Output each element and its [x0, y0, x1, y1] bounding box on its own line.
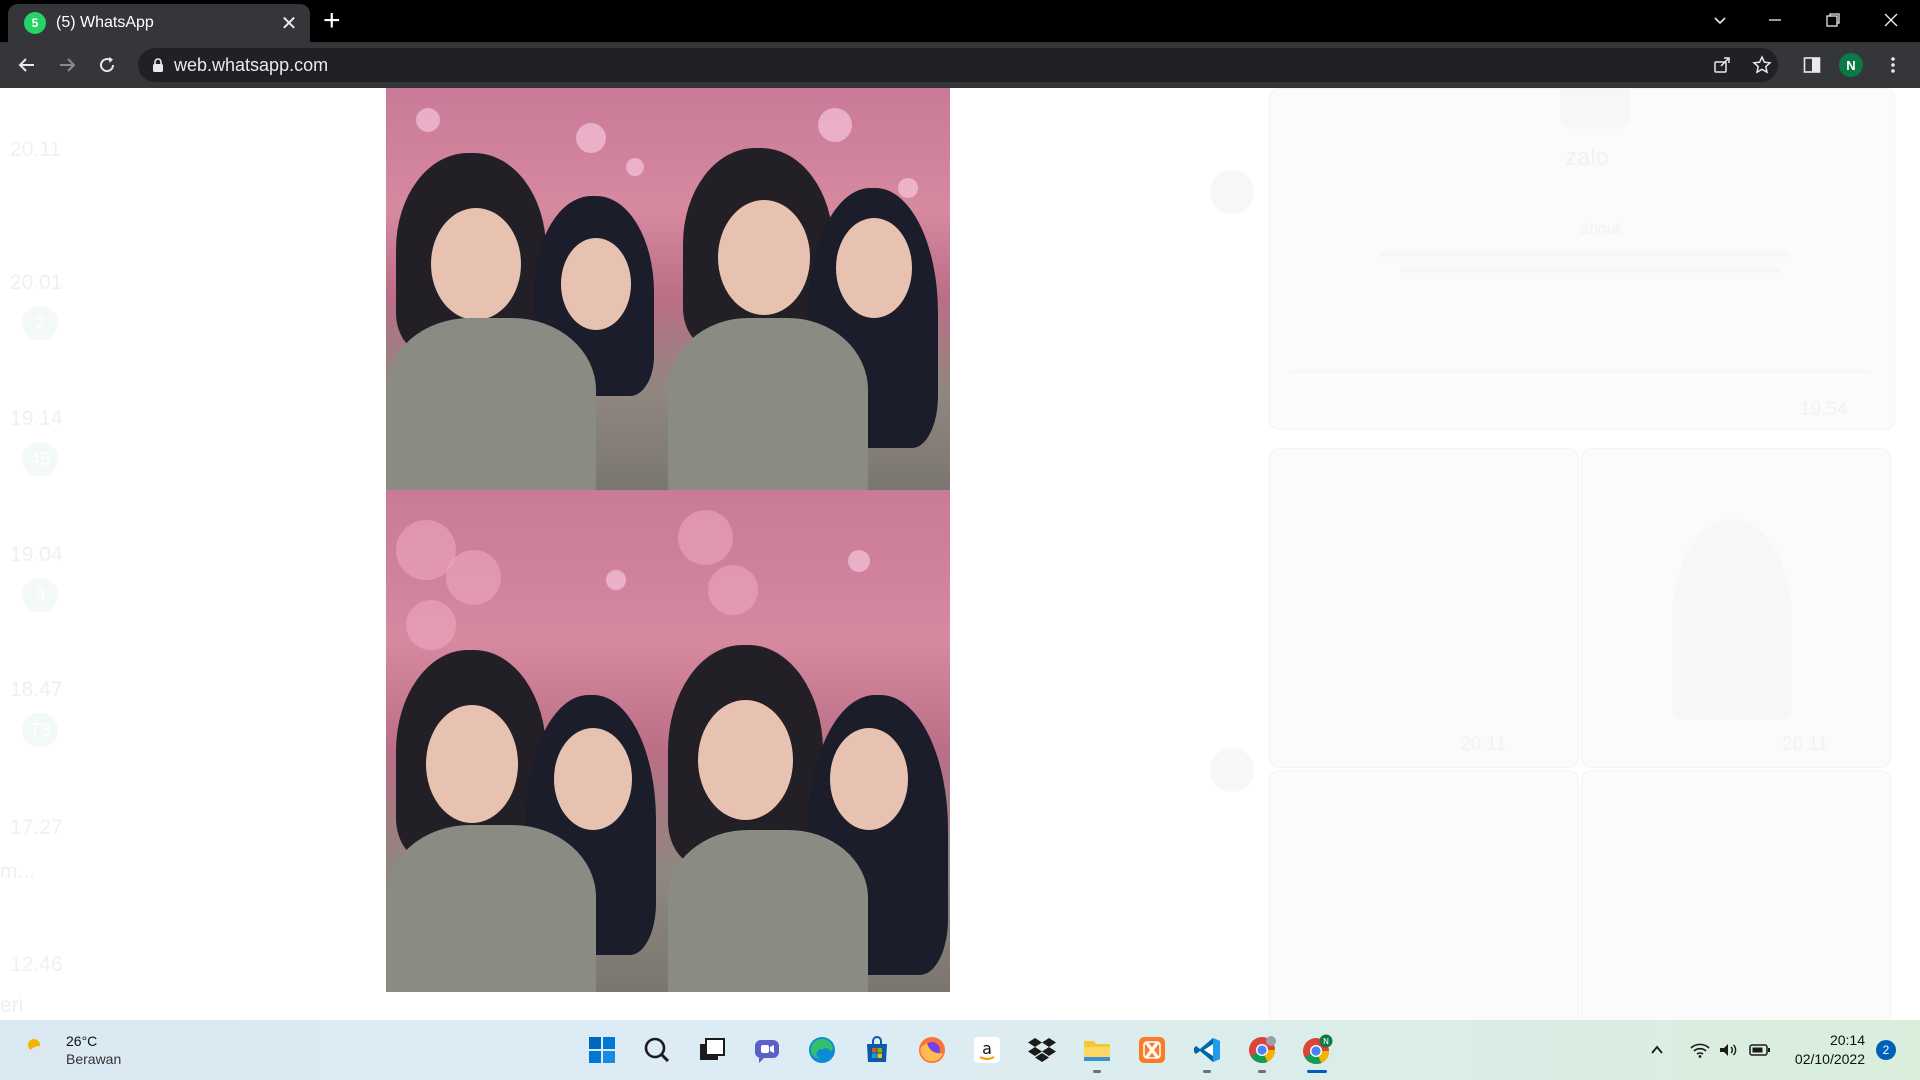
profile-avatar[interactable]: N [1839, 53, 1863, 77]
bookmark-star-icon[interactable] [1746, 49, 1778, 81]
faded-app-name: zalo [1565, 144, 1610, 171]
clock-time: 20:14 [1829, 1032, 1865, 1048]
chat-time: 19.14 [10, 407, 63, 430]
svg-text:a: a [982, 1039, 992, 1058]
whatsapp-favicon-icon: 5 [24, 12, 46, 34]
chrome-profile-icon[interactable]: N [1297, 1030, 1337, 1073]
unread-badge: 45 [22, 442, 58, 476]
svg-text:N: N [1323, 1037, 1329, 1046]
url-text: web.whatsapp.com [174, 54, 329, 75]
collage-photo [386, 490, 668, 992]
restore-icon[interactable] [1811, 0, 1855, 40]
faded-about-text: about [1580, 221, 1621, 238]
collage-photo [386, 88, 668, 490]
message-timestamp: 20.11 [1782, 734, 1829, 755]
running-indicator [1203, 1070, 1211, 1073]
close-window-icon[interactable] [1869, 0, 1913, 40]
back-icon[interactable] [11, 49, 43, 81]
forward-icon-faded [1210, 170, 1254, 214]
windows-start-icon[interactable] [582, 1030, 622, 1070]
chrome-icon[interactable] [1242, 1030, 1282, 1073]
unread-badge: 73 [22, 713, 58, 747]
chat-preview-fragment: eri [0, 994, 24, 1017]
amazon-icon[interactable]: a [967, 1030, 1007, 1070]
browser-tab-strip: 5 (5) WhatsApp ✕ + [0, 0, 1920, 42]
weather-condition: Berawan [66, 1051, 122, 1067]
collage-photo [668, 88, 950, 490]
new-tab-icon[interactable]: + [323, 5, 341, 37]
faded-photo-bubble: 20.11 [1269, 448, 1579, 768]
chat-time: 19.04 [10, 543, 63, 566]
search-icon[interactable] [637, 1030, 677, 1070]
chat-time: 20.01 [10, 271, 63, 294]
notification-badge[interactable]: 2 [1876, 1040, 1896, 1060]
lock-icon [152, 58, 164, 72]
message-timestamp: 20.11 [1460, 734, 1507, 755]
browser-toolbar: web.whatsapp.com N [0, 42, 1920, 88]
faded-photo-bubble: 20.11 [1581, 448, 1891, 768]
microsoft-store-icon[interactable] [857, 1030, 897, 1070]
clock-date: 02/10/2022 [1794, 1051, 1865, 1067]
address-bar[interactable]: web.whatsapp.com [138, 48, 1778, 82]
teams-chat-icon[interactable] [747, 1030, 787, 1070]
active-indicator [1307, 1070, 1327, 1073]
chat-time: 12.46 [10, 953, 63, 976]
chat-time: 17.27 [10, 816, 63, 839]
weather-widget[interactable]: 26°C Berawan [24, 1032, 121, 1068]
running-indicator [1258, 1070, 1266, 1073]
faded-photo-bubble [1269, 770, 1579, 1020]
unread-badge: 3 [22, 578, 58, 612]
photo-collage[interactable] [386, 88, 950, 992]
tab-search-chevron-icon[interactable] [1698, 0, 1742, 40]
taskbar-clock[interactable]: 20:14 02/10/2022 [1785, 1031, 1865, 1069]
chat-time: 20.11 [10, 138, 61, 161]
firefox-icon[interactable] [912, 1030, 952, 1070]
vscode-icon[interactable] [1187, 1030, 1227, 1073]
tab-whatsapp[interactable]: 5 (5) WhatsApp ✕ [8, 4, 310, 42]
faded-conversation: zalo about 19.54 20.11 20.11 [1210, 88, 1895, 1020]
side-panel-icon[interactable] [1796, 49, 1828, 81]
share-icon[interactable] [1706, 49, 1738, 81]
chat-preview-fragment: m... [0, 860, 35, 883]
dropbox-icon[interactable] [1022, 1030, 1062, 1070]
message-timestamp: 19.54 [1800, 399, 1848, 420]
chevron-up-icon[interactable] [1645, 1030, 1669, 1070]
task-view-icon[interactable] [692, 1030, 732, 1070]
faded-chat-list: 20.11 20.01 2 19.14 45 19.04 3 18.47 73 … [0, 88, 110, 1020]
collage-photo [668, 490, 950, 992]
minimize-icon[interactable] [1753, 0, 1797, 40]
chat-time: 18.47 [10, 678, 63, 701]
web-page: 20.11 20.01 2 19.14 45 19.04 3 18.47 73 … [0, 88, 1920, 1020]
xampp-icon[interactable] [1132, 1030, 1172, 1070]
partly-cloudy-icon [24, 1036, 52, 1065]
tab-title: (5) WhatsApp [56, 14, 154, 31]
edge-icon[interactable] [802, 1030, 842, 1070]
weather-temperature: 26°C [66, 1033, 98, 1049]
windows-taskbar: 26°C Berawan a N 20:14 02/10/2022 2 [0, 1020, 1920, 1080]
file-explorer-icon[interactable] [1077, 1030, 1117, 1073]
unread-badge: 2 [22, 306, 58, 340]
close-tab-icon[interactable]: ✕ [278, 11, 300, 36]
kebab-menu-icon[interactable] [1877, 49, 1909, 81]
forward-icon[interactable] [51, 49, 83, 81]
volume-icon[interactable] [1716, 1030, 1740, 1070]
faded-link-card: zalo about 19.54 [1269, 88, 1895, 430]
reload-icon[interactable] [91, 49, 123, 81]
running-indicator [1093, 1070, 1101, 1073]
favicon-badge: 5 [31, 16, 39, 30]
battery-icon[interactable] [1748, 1030, 1772, 1070]
forward-icon-faded [1210, 748, 1254, 792]
faded-photo-bubble [1581, 770, 1891, 1020]
wifi-icon[interactable] [1688, 1030, 1712, 1070]
